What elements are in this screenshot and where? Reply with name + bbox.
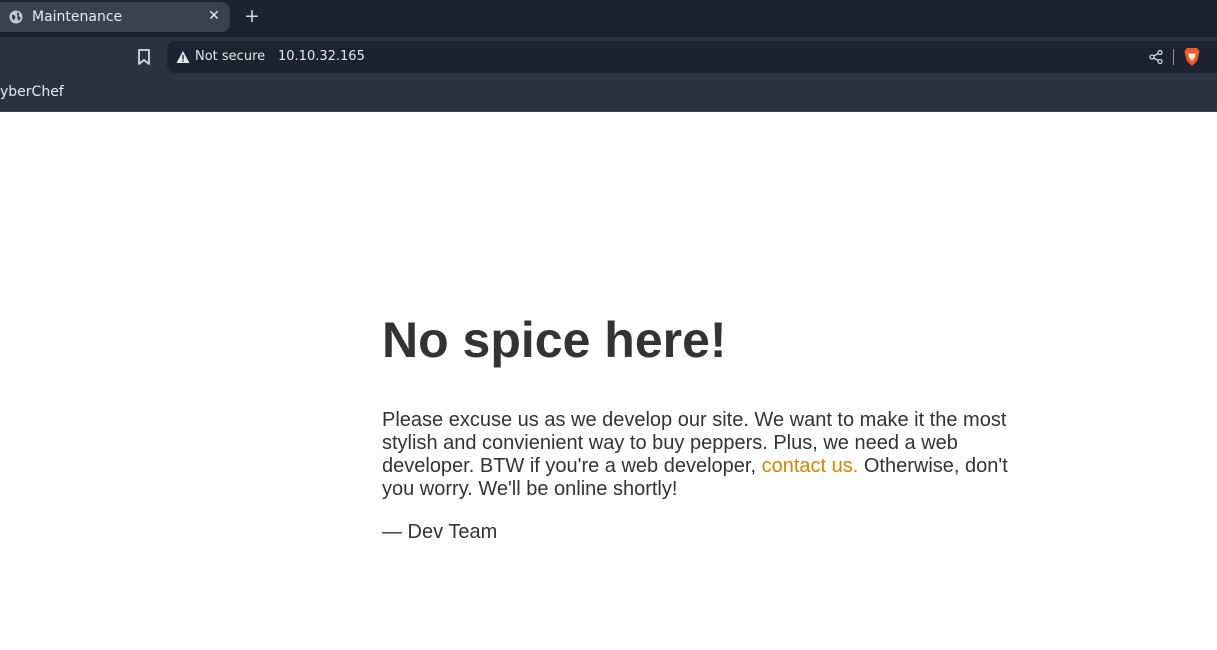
page-content: No spice here! Please excuse us as we de… bbox=[0, 112, 1217, 650]
bookmark-cyberchef[interactable]: yberChef bbox=[0, 84, 64, 100]
security-status[interactable]: Not secure bbox=[195, 49, 265, 64]
globe-icon bbox=[9, 10, 23, 24]
tab-maintenance[interactable]: Maintenance ✕ bbox=[0, 2, 230, 32]
maintenance-message: Please excuse us as we develop our site.… bbox=[382, 409, 1032, 501]
close-tab-icon[interactable]: ✕ bbox=[206, 7, 222, 25]
toolbar-divider bbox=[1173, 49, 1174, 65]
bookmarks-bar: yberChef bbox=[0, 77, 1217, 112]
new-tab-button[interactable]: + bbox=[242, 6, 262, 26]
share-icon[interactable] bbox=[1148, 49, 1164, 65]
page-heading: No spice here! bbox=[382, 312, 727, 368]
tab-strip: Maintenance ✕ + bbox=[0, 0, 1217, 37]
brave-lion-icon[interactable] bbox=[1183, 47, 1201, 67]
maintenance-article: No spice here! Please excuse us as we de… bbox=[382, 310, 1032, 544]
bookmark-icon[interactable] bbox=[134, 47, 154, 67]
warning-icon[interactable] bbox=[176, 50, 190, 64]
browser-window: Maintenance ✕ + Not secure 10.10.32.165 bbox=[0, 0, 1217, 650]
contact-us-link[interactable]: contact us. bbox=[762, 455, 859, 477]
tab-title: Maintenance bbox=[32, 9, 123, 25]
address-bar[interactable]: Not secure 10.10.32.165 bbox=[167, 41, 1217, 73]
url-text[interactable]: 10.10.32.165 bbox=[278, 49, 365, 64]
signature: — Dev Team bbox=[382, 521, 498, 543]
browser-toolbar: Not secure 10.10.32.165 bbox=[0, 37, 1217, 77]
